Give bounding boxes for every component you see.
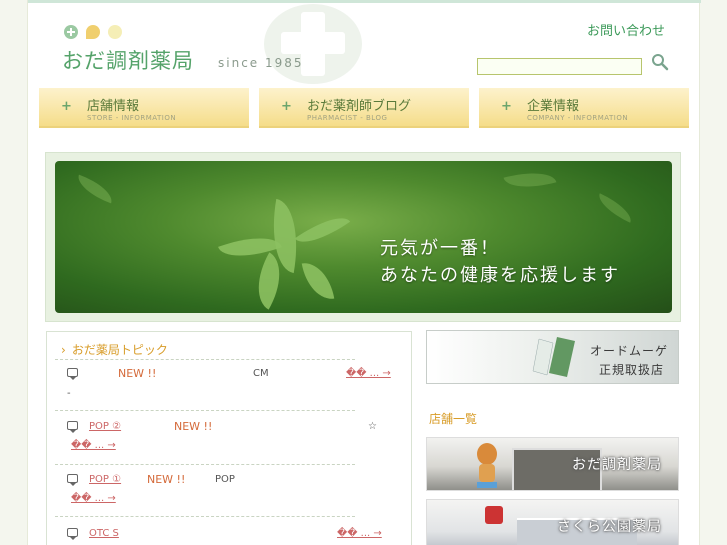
- read-more-link[interactable]: �� ... →: [71, 493, 116, 504]
- topic-text: -: [67, 388, 71, 399]
- topic-title-link[interactable]: POP ②: [89, 421, 121, 432]
- red-sign-icon: [485, 506, 503, 524]
- new-badge: NEW !!: [147, 473, 186, 486]
- read-more-link[interactable]: �� ... →: [337, 528, 382, 539]
- ad-title: オードムーゲ: [590, 344, 669, 358]
- comment-icon: [67, 474, 78, 486]
- leaf-icon: [86, 25, 100, 39]
- comment-icon: [67, 368, 78, 380]
- hero-subheadline: あなたの健康を応援します: [380, 265, 620, 286]
- hero-banner: 元気が一番！ あなたの健康を応援します: [45, 152, 681, 322]
- divider: [55, 464, 355, 465]
- eau-de-mugue-banner[interactable]: オードムーゲ 正規取扱店: [426, 330, 679, 384]
- store-card-sakura[interactable]: さくら公園薬局: [426, 499, 679, 545]
- new-badge: NEW !!: [174, 420, 213, 433]
- search-input[interactable]: [477, 58, 642, 75]
- comment-icon: [67, 528, 78, 540]
- hero-headline: 元気が一番！: [380, 238, 500, 259]
- circle-icon: [108, 25, 122, 39]
- search-icon[interactable]: [651, 53, 669, 71]
- star-icon: ☆: [368, 421, 377, 432]
- divider: [55, 410, 355, 411]
- mascot-figure-icon: [477, 443, 497, 488]
- nav-sub-label: PHARMACIST - BLOG: [307, 114, 388, 122]
- leaf-shape: [294, 206, 351, 254]
- leaf-shape: [593, 193, 637, 223]
- topic-text: CM: [253, 368, 269, 379]
- topic-title-link[interactable]: POP ①: [89, 474, 121, 485]
- plus-icon: +: [281, 99, 292, 114]
- top-border: [28, 0, 701, 3]
- leaf-shape: [301, 259, 335, 303]
- read-more-link[interactable]: �� ... →: [71, 440, 116, 451]
- nav-company-info[interactable]: + 企業情報 COMPANY - INFORMATION: [479, 88, 689, 128]
- nav-label: 企業情報: [527, 99, 580, 114]
- store-card-oda[interactable]: おだ調剤薬局: [426, 437, 679, 491]
- divider: [55, 359, 355, 360]
- read-more-link[interactable]: �� ... →: [346, 368, 391, 379]
- divider: [55, 516, 355, 517]
- nav-label: おだ薬剤師ブログ: [307, 99, 412, 114]
- stores-heading: 店舗一覧: [429, 412, 478, 426]
- leaf-shape: [73, 174, 117, 204]
- topic-text: POP: [215, 474, 235, 485]
- nav-store-info[interactable]: + 店舗情報 STORE - INFORMATION: [39, 88, 249, 128]
- plus-icon: +: [61, 99, 72, 114]
- main-nav: + 店舗情報 STORE - INFORMATION + おだ薬剤師ブログ PH…: [39, 88, 690, 128]
- topic-title-link[interactable]: OTC S: [89, 528, 119, 539]
- store-name: おだ調剤薬局: [572, 457, 662, 473]
- nav-sub-label: STORE - INFORMATION: [87, 114, 177, 122]
- nav-pharmacist-blog[interactable]: + おだ薬剤師ブログ PHARMACIST - BLOG: [259, 88, 469, 128]
- logo[interactable]: おだ調剤薬局: [62, 45, 194, 75]
- topics-heading: › おだ薬局トピック: [61, 343, 168, 357]
- plus-icon: +: [501, 99, 512, 114]
- hero-image: 元気が一番！ あなたの健康を応援します: [55, 161, 672, 313]
- page: おだ調剤薬局 since 1985 お問い合わせ + 店舗情報 STORE - …: [27, 0, 701, 545]
- brand-logo-icon: [532, 337, 575, 377]
- nav-label: 店舗情報: [87, 99, 140, 114]
- contact-link[interactable]: お問い合わせ: [587, 20, 665, 39]
- topics-panel: › おだ薬局トピック NEW !! CM �� ... → - POP ② NEW…: [46, 331, 412, 545]
- cross-watermark-icon: [264, 4, 362, 84]
- logo-icons: [64, 25, 122, 39]
- ad-subtitle: 正規取扱店: [599, 363, 665, 377]
- comment-icon: [67, 421, 78, 433]
- new-badge: NEW !!: [118, 367, 157, 380]
- chevron-right-icon: ›: [61, 343, 66, 357]
- nav-sub-label: COMPANY - INFORMATION: [527, 114, 629, 122]
- store-name: さくら公園薬局: [557, 519, 662, 535]
- since-label: since 1985: [218, 56, 304, 70]
- cross-icon: [64, 25, 78, 39]
- leaf-shape: [503, 164, 557, 196]
